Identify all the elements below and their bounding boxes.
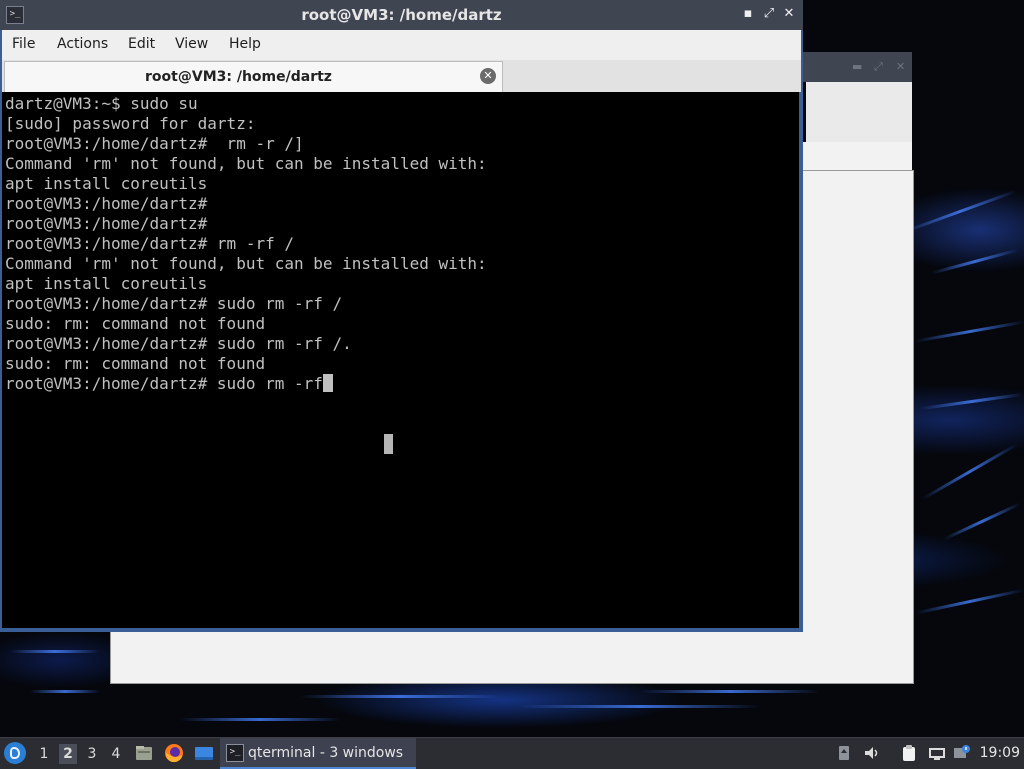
clipboard-icon[interactable] <box>900 744 918 762</box>
window-titlebar[interactable]: >_ root@VM3: /home/dartz ▪ ⤢ ✕ <box>0 0 803 30</box>
clock[interactable]: 19:09 <box>980 745 1020 761</box>
terminal-line: apt install coreutils <box>5 274 208 293</box>
menu-help[interactable]: Help <box>229 36 261 52</box>
close-button[interactable]: ✕ <box>781 6 797 22</box>
volume-icon[interactable] <box>863 744 881 762</box>
terminal-line: root@VM3:/home/dartz# <box>5 194 208 213</box>
terminal-line: sudo: rm: command not found <box>5 314 266 333</box>
terminal-line: root@VM3:/home/dartz# <box>5 214 208 233</box>
tab-label: root@VM3: /home/dartz <box>145 69 332 85</box>
terminal-line: root@VM3:/home/dartz# sudo rm -rf / <box>5 294 343 313</box>
tab-close-icon[interactable]: ✕ <box>480 68 496 84</box>
terminal-line: Command 'rm' not found, but can be insta… <box>5 154 487 173</box>
maximize-button[interactable]: ⤢ <box>761 6 777 22</box>
terminal-window[interactable]: >_ root@VM3: /home/dartz ▪ ⤢ ✕ File Acti… <box>0 0 803 632</box>
start-menu-icon[interactable] <box>4 742 26 764</box>
update-icon[interactable] <box>953 744 971 762</box>
maximize-icon[interactable]: ⤢ <box>874 60 883 74</box>
menu-file[interactable]: File <box>12 36 35 52</box>
close-icon[interactable]: ✕ <box>896 60 905 73</box>
workspace-2[interactable]: 2 <box>59 744 77 764</box>
terminal-line: sudo: rm: command not found <box>5 354 266 373</box>
window-title: root@VM3: /home/dartz <box>301 6 502 24</box>
terminal-line: root@VM3:/home/dartz# sudo rm -rf /. <box>5 334 352 353</box>
usb-icon[interactable] <box>835 744 853 762</box>
background-window-titlebar[interactable]: ▬ ⤢ ✕ <box>800 52 912 82</box>
minimize-button[interactable]: ▪ <box>740 6 756 22</box>
background-window-panel <box>800 142 912 172</box>
text-cursor <box>322 374 333 392</box>
taskbar-task-label: qterminal - 3 windows <box>248 745 404 761</box>
mouse-ibeam-icon <box>384 434 393 454</box>
terminal-icon: >_ <box>226 744 244 762</box>
terminal-line: [sudo] password for dartz: <box>5 114 256 133</box>
menubar: File Actions Edit View Help <box>2 30 801 60</box>
minimize-icon[interactable]: ▬ <box>852 60 862 73</box>
taskbar-qterminal-button[interactable]: >_ qterminal - 3 windows <box>220 738 416 769</box>
menu-actions[interactable]: Actions <box>57 36 108 52</box>
file-manager-icon[interactable] <box>134 743 154 763</box>
terminal-line: Command 'rm' not found, but can be insta… <box>5 254 487 273</box>
workspace-3[interactable]: 3 <box>83 744 101 764</box>
terminal-line: apt install coreutils <box>5 174 208 193</box>
terminal-line: root@VM3:/home/dartz# rm -rf / <box>5 234 294 253</box>
terminal-output[interactable]: dartz@VM3:~$ sudo su [sudo] password for… <box>2 92 799 628</box>
desktop-icon[interactable] <box>194 743 214 763</box>
tab-terminal[interactable]: root@VM3: /home/dartz ✕ <box>4 61 503 92</box>
menu-view[interactable]: View <box>175 36 208 52</box>
workspace-4[interactable]: 4 <box>107 744 125 764</box>
terminal-prompt-line[interactable]: root@VM3:/home/dartz# sudo rm -rf <box>5 374 333 394</box>
firefox-icon[interactable] <box>164 743 184 763</box>
workspace-1[interactable]: 1 <box>35 744 53 764</box>
menu-edit[interactable]: Edit <box>128 36 155 52</box>
tab-bar: root@VM3: /home/dartz ✕ <box>2 60 801 92</box>
terminal-current-input: root@VM3:/home/dartz# sudo rm -rf <box>5 374 323 393</box>
taskbar: 1 2 3 4 >_ qterminal - 3 windows 19:09 <box>0 737 1024 769</box>
network-icon[interactable] <box>928 744 946 762</box>
terminal-line: root@VM3:/home/dartz# rm -r /] <box>5 134 304 153</box>
terminal-line: dartz@VM3:~$ sudo su <box>5 94 198 113</box>
